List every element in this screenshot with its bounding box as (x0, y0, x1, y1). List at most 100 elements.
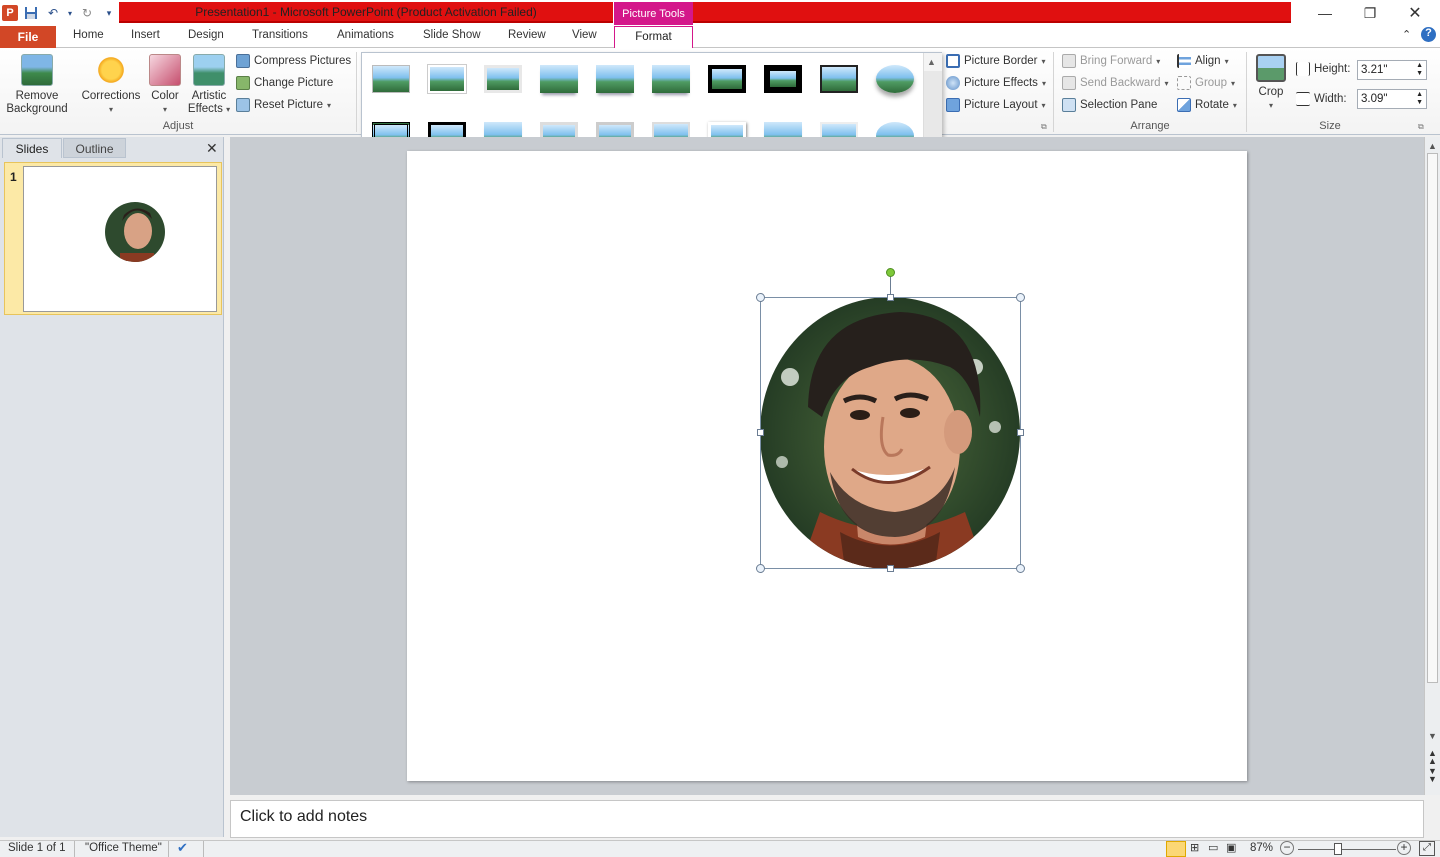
picture-style-option[interactable] (424, 61, 470, 99)
undo-icon[interactable]: ↶ (44, 4, 62, 22)
rotate-button[interactable]: Rotate ▾ (1177, 98, 1237, 112)
zoom-slider-track[interactable] (1298, 849, 1396, 850)
next-slide-icon[interactable]: ▼ ▼ (1428, 767, 1437, 784)
picture-style-option[interactable] (648, 61, 694, 99)
help-icon[interactable]: ? (1421, 27, 1436, 42)
corrections-label: Corrections (81, 90, 141, 102)
compress-pictures-button[interactable]: Compress Pictures (236, 54, 351, 68)
chevron-down-icon: ▾ (1268, 101, 1273, 110)
resize-handle-bottom[interactable] (887, 565, 894, 572)
picture-style-option[interactable] (480, 61, 526, 99)
restore-button[interactable]: ❐ (1347, 0, 1393, 26)
tab-slide-show[interactable]: Slide Show (423, 29, 481, 41)
bring-forward-button[interactable]: Bring Forward ▾ (1062, 54, 1160, 68)
scroll-thumb[interactable] (1427, 153, 1438, 683)
scroll-down-icon[interactable]: ▼ (1428, 731, 1437, 741)
status-divider (74, 841, 75, 857)
scroll-up-icon[interactable]: ▲ (927, 57, 936, 67)
scroll-up-icon[interactable]: ▲ (1428, 141, 1437, 151)
height-value: 3.21" (1361, 64, 1388, 76)
tab-animations[interactable]: Animations (337, 29, 394, 41)
redo-icon[interactable]: ↻ (78, 4, 96, 22)
slide-thumbnail[interactable] (23, 166, 217, 312)
close-button[interactable]: ✕ (1392, 0, 1438, 26)
color-button[interactable]: Color ▾ (146, 54, 184, 116)
width-label: Width: (1314, 93, 1347, 105)
resize-handle-top[interactable] (887, 294, 894, 301)
height-input[interactable]: 3.21" ▲ ▼ (1357, 60, 1427, 80)
chevron-down-icon: ▾ (1041, 78, 1046, 88)
picture-styles-launcher-icon[interactable]: ⧉ (1041, 122, 1047, 132)
undo-dropdown-icon[interactable]: ▾ (66, 4, 74, 22)
width-spinner-icon[interactable]: ▲ ▼ (1416, 91, 1423, 107)
selection-pane-button[interactable]: Selection Pane (1062, 98, 1157, 112)
resize-handle-top-left[interactable] (756, 293, 765, 302)
picture-border-button[interactable]: Picture Border ▾ (946, 54, 1046, 68)
align-button[interactable]: Align ▾ (1177, 54, 1229, 68)
reset-picture-button[interactable]: Reset Picture ▾ (236, 98, 331, 112)
resize-handle-left[interactable] (757, 429, 764, 436)
reading-view-icon[interactable]: ▭ (1208, 841, 1218, 854)
tab-transitions[interactable]: Transitions (252, 29, 308, 41)
picture-style-option[interactable] (704, 61, 750, 99)
zoom-in-icon[interactable]: + (1397, 841, 1411, 855)
resize-handle-top-right[interactable] (1016, 293, 1025, 302)
resize-handle-right[interactable] (1017, 429, 1024, 436)
slide-sorter-icon[interactable]: ⊞ (1190, 841, 1199, 854)
zoom-out-icon[interactable]: − (1280, 841, 1294, 855)
tab-view[interactable]: View (572, 29, 597, 41)
normal-view-icon[interactable] (1166, 841, 1186, 857)
zoom-level[interactable]: 87% (1250, 842, 1273, 854)
save-icon[interactable] (22, 4, 40, 22)
landscape-preview-icon (876, 65, 914, 93)
fit-to-window-icon[interactable]: ⤢ (1419, 841, 1435, 856)
zoom-slider-thumb[interactable] (1334, 843, 1342, 855)
vertical-scrollbar[interactable]: ▲ ▼ ▲ ▲ ▼ ▼ (1424, 137, 1440, 795)
tab-home[interactable]: Home (73, 29, 104, 41)
tab-insert[interactable]: Insert (131, 29, 160, 41)
tab-file[interactable]: File (0, 26, 56, 48)
picture-layout-button[interactable]: Picture Layout ▾ (946, 98, 1046, 112)
artistic-effects-button[interactable]: Artistic Effects ▾ (186, 54, 232, 116)
picture-style-option[interactable] (368, 61, 414, 99)
status-divider (203, 841, 204, 857)
picture-style-option[interactable] (760, 61, 806, 99)
size-launcher-icon[interactable]: ⧉ (1418, 122, 1424, 132)
powerpoint-logo-icon[interactable]: P (2, 5, 18, 21)
picture-style-option[interactable] (816, 61, 862, 99)
rotation-handle[interactable] (886, 268, 895, 277)
picture-effects-button[interactable]: Picture Effects ▾ (946, 76, 1046, 90)
picture-style-option[interactable] (592, 61, 638, 99)
chevron-down-icon: ▾ (327, 100, 332, 110)
customize-toolbar-icon[interactable]: ▾ (100, 4, 118, 22)
send-backward-button[interactable]: Send Backward ▾ (1062, 76, 1169, 90)
minimize-button[interactable]: — (1302, 0, 1348, 26)
slideshow-view-icon[interactable]: ▣ (1226, 841, 1236, 854)
change-picture-button[interactable]: Change Picture (236, 76, 333, 90)
close-pane-icon[interactable]: ✕ (206, 140, 218, 157)
width-input[interactable]: 3.09" ▲ ▼ (1357, 89, 1427, 109)
spelling-check-icon[interactable]: ✔ (177, 840, 188, 856)
notes-pane[interactable]: Click to add notes (230, 800, 1424, 838)
corrections-button[interactable]: Corrections ▾ (80, 54, 142, 116)
tab-format[interactable]: Format (614, 26, 693, 49)
crop-button[interactable]: Crop ▾ (1252, 54, 1290, 112)
tab-design[interactable]: Design (188, 29, 224, 41)
tab-slides[interactable]: Slides (2, 138, 62, 158)
tab-outline[interactable]: Outline (63, 138, 126, 158)
previous-slide-icon[interactable]: ▲ ▲ (1428, 749, 1437, 766)
remove-background-button[interactable]: Remove Background (4, 54, 70, 116)
resize-handle-bottom-left[interactable] (756, 564, 765, 573)
chevron-down-icon: ▾ (1230, 78, 1235, 88)
tab-review[interactable]: Review (508, 29, 546, 41)
resize-handle-bottom-right[interactable] (1016, 564, 1025, 573)
minimize-ribbon-icon[interactable]: ⌃ (1402, 28, 1411, 41)
height-spinner-icon[interactable]: ▲ ▼ (1416, 62, 1423, 78)
chevron-down-icon: ▾ (1041, 56, 1046, 66)
group-button[interactable]: Group ▾ (1177, 76, 1235, 90)
picture-style-option[interactable] (872, 61, 918, 99)
picture-style-option[interactable] (536, 61, 582, 99)
landscape-preview-icon (596, 65, 634, 93)
chevron-down-icon: ▾ (226, 105, 231, 114)
selection-pane-icon (1062, 98, 1076, 112)
